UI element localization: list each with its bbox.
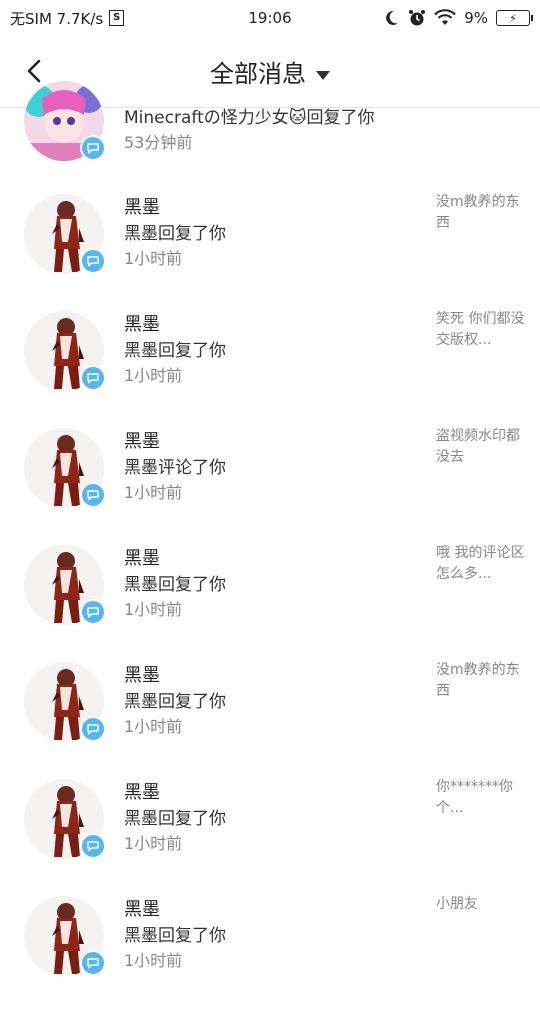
message-item[interactable]: 黑墨黑墨回复了你 1小时前 小朋友 [0, 892, 540, 1009]
message-item[interactable]: 黑墨黑墨回复了你 1小时前 你*******你个... [0, 775, 540, 892]
message-item[interactable]: 黑墨黑墨回复了你 1小时前 没m教养的东西 [0, 658, 540, 775]
message-action: 黑墨回复了你 [124, 692, 226, 712]
moon-icon [386, 10, 399, 25]
comment-badge-icon [80, 248, 106, 274]
status-left: 无SIM 7.7K/s S [0, 8, 125, 29]
carrier-text: 无SIM 7.7K/s [10, 9, 104, 28]
sender-name[interactable]: 黑墨 [124, 778, 160, 804]
avatar[interactable] [24, 662, 106, 742]
comment-badge-icon [80, 833, 106, 859]
message-preview[interactable]: 没m教养的东西 [436, 192, 526, 234]
message-item[interactable]: 黑墨黑墨回复了你 1小时前 笑死 你们都没交版权... [0, 307, 540, 424]
message-item[interactable]: 黑墨黑墨回复了你 1小时前 哦 我的评论区怎么多... [0, 541, 540, 658]
message-time: 1小时前 [124, 249, 183, 268]
battery-percent: 9% [464, 9, 488, 27]
sender-name[interactable]: 黑墨 [124, 661, 160, 687]
avatar[interactable] [24, 545, 106, 625]
message-action: 黑墨回复了你 [124, 341, 226, 361]
message-action: Minecraftの怪力少女🐱回复了你 [124, 108, 375, 128]
page-title: 全部消息 [210, 60, 306, 88]
sender-name[interactable]: 黑墨 [124, 895, 160, 921]
message-item-first[interactable]: Minecraftの怪力少女🐱回复了你 53分钟前 [0, 81, 540, 168]
message-preview[interactable]: 盗视频水印都没去 [436, 426, 526, 468]
message-time: 1小时前 [124, 834, 183, 853]
message-preview[interactable]: 哦 我的评论区怎么多... [436, 543, 526, 585]
message-time: 1小时前 [124, 483, 183, 502]
battery-icon: ⚡ [496, 10, 533, 26]
message-item[interactable]: 黑墨黑墨回复了你 1小时前 没m教养的东西 [0, 190, 540, 307]
comment-badge-icon [80, 716, 106, 742]
avatar[interactable] [24, 428, 106, 508]
comment-badge-icon [80, 365, 106, 391]
comment-badge-icon [80, 135, 106, 161]
wifi-icon [434, 9, 456, 25]
message-time: 1小时前 [124, 600, 183, 619]
sender-name[interactable]: 黑墨 [124, 310, 160, 336]
sender-name[interactable]: 黑墨 [124, 427, 160, 453]
avatar[interactable] [24, 311, 106, 391]
caret-down-icon [316, 70, 330, 80]
avatar[interactable] [24, 81, 106, 161]
alarm-icon [409, 10, 426, 26]
message-action: 黑墨回复了你 [124, 575, 226, 595]
avatar[interactable] [24, 896, 106, 976]
avatar[interactable] [24, 779, 106, 859]
status-right: 9% ⚡ [382, 9, 540, 27]
sender-name[interactable]: 黑墨 [124, 544, 160, 570]
message-time: 53分钟前 [124, 133, 193, 152]
comment-badge-icon [80, 482, 106, 508]
message-action: 黑墨回复了你 [124, 809, 226, 829]
message-preview[interactable]: 笑死 你们都没交版权... [436, 309, 526, 351]
sim-icon: S [109, 10, 125, 26]
avatar[interactable] [24, 194, 106, 274]
status-bar: 无SIM 7.7K/s S 19:06 9% ⚡ [0, 0, 540, 36]
message-preview[interactable]: 没m教养的东西 [436, 660, 526, 702]
comment-badge-icon [80, 950, 106, 976]
comment-badge-icon [80, 599, 106, 625]
message-time: 1小时前 [124, 366, 183, 385]
message-item[interactable]: 黑墨黑墨评论了你 1小时前 盗视频水印都没去 [0, 424, 540, 541]
message-preview[interactable]: 小朋友 [436, 894, 526, 915]
message-time: 1小时前 [124, 717, 183, 736]
message-preview[interactable]: 你*******你个... [436, 777, 526, 819]
message-action: 黑墨评论了你 [124, 458, 226, 478]
message-action: 黑墨回复了你 [124, 224, 226, 244]
message-action: 黑墨回复了你 [124, 926, 226, 946]
message-time: 1小时前 [124, 951, 183, 970]
sender-name[interactable]: 黑墨 [124, 193, 160, 219]
